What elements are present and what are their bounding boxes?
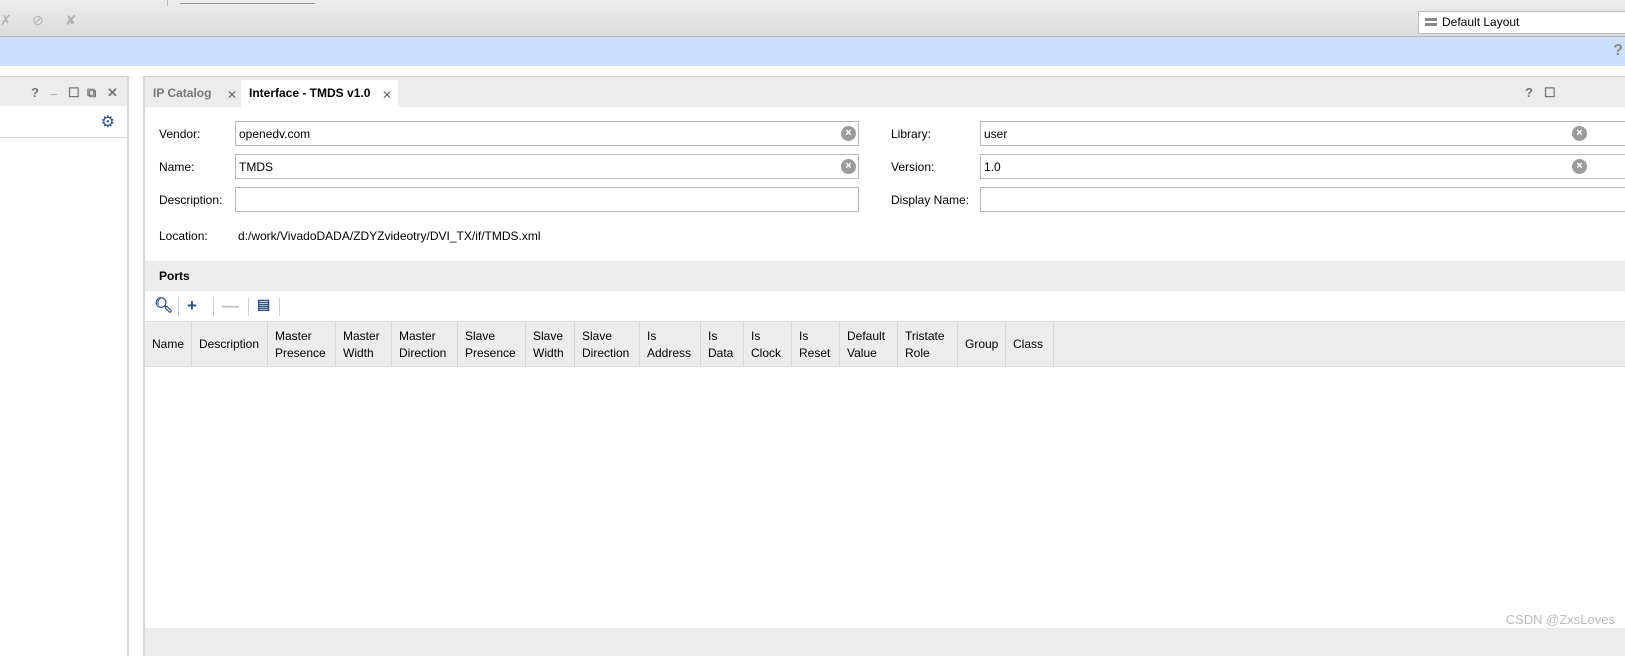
ports-section-header: Ports <box>145 261 1625 291</box>
help-button[interactable]: ? <box>31 85 39 100</box>
divider <box>279 297 280 316</box>
disabled-tool-icon[interactable]: ✘ <box>65 12 77 29</box>
version-value: 1.0 <box>984 160 1001 174</box>
left-panel-header: ? _ ☐ ⧉ ✕ <box>0 76 127 106</box>
gear-icon[interactable]: ⚙ <box>101 112 115 132</box>
close-button[interactable]: ✕ <box>107 85 118 101</box>
column-header[interactable]: Slave Direction <box>575 322 640 367</box>
name-field[interactable]: TMDS × <box>235 154 859 179</box>
add-icon[interactable]: + <box>187 296 197 316</box>
library-field[interactable]: user × <box>980 121 1625 146</box>
watermark: CSDN @ZxsLoves <box>1505 612 1615 627</box>
location-value: d:/work/VivadoDADA/ZDYZvideotry/DVI_TX/i… <box>238 229 541 243</box>
maximize-button[interactable]: ☐ <box>1544 85 1556 101</box>
tab-interface-tmds[interactable]: Interface - TMDS v1.0 ✕ <box>241 80 398 108</box>
column-header[interactable]: Slave Presence <box>458 322 526 367</box>
column-header[interactable]: Class <box>1006 322 1054 367</box>
name-value: TMDS <box>239 160 273 174</box>
search-icon[interactable]: 🔍︎ <box>154 296 173 314</box>
maximize-button[interactable]: ☐ <box>68 85 80 101</box>
library-value: user <box>984 127 1008 141</box>
disabled-tool-icon[interactable]: ✗ <box>0 12 12 29</box>
disabled-tool-icon[interactable]: ⊘ <box>32 12 44 29</box>
version-field[interactable]: 1.0 × <box>980 154 1625 179</box>
description-label: Description: <box>159 193 223 207</box>
vendor-value: openedv.com <box>239 127 311 141</box>
column-header[interactable]: Default Value <box>840 322 898 367</box>
flow-banner <box>0 37 1625 66</box>
close-icon[interactable]: ✕ <box>382 88 392 102</box>
left-panel-toolbar: ⚙ <box>0 106 127 138</box>
divider <box>178 297 179 316</box>
tab-ip-catalog[interactable]: IP Catalog ✕ <box>145 80 241 108</box>
clear-icon[interactable]: × <box>841 159 856 174</box>
column-header[interactable]: Is Address <box>640 322 701 367</box>
column-header[interactable]: Group <box>958 322 1006 367</box>
interface-editor: IP Catalog ✕ Interface - TMDS v1.0 ✕ ? ☐ V… <box>143 76 1625 656</box>
minimize-button[interactable]: _ <box>50 81 57 96</box>
help-icon[interactable]: ? <box>1613 42 1623 60</box>
column-header[interactable]: Is Data <box>701 322 744 367</box>
location-label: Location: <box>159 229 208 243</box>
column-header[interactable]: Is Reset <box>792 322 840 367</box>
interface-form: Vendor: openedv.com × Name: TMDS × Descrip… <box>145 107 1625 261</box>
divider <box>180 3 315 4</box>
description-field[interactable] <box>235 187 859 212</box>
column-header[interactable]: Master Width <box>336 322 392 367</box>
column-header[interactable]: Tristate Role <box>898 322 958 367</box>
status-strip <box>145 628 1625 656</box>
tab-label: Interface - TMDS v1.0 <box>249 86 371 100</box>
clear-icon[interactable]: × <box>841 126 856 141</box>
column-header[interactable]: Description <box>192 322 268 367</box>
ports-toolbar: 🔍︎ + — ▤ <box>145 291 1625 322</box>
column-header[interactable]: Is Clock <box>744 322 792 367</box>
main-toolbar: ✗ ⊘ ✘ Default Layout <box>0 0 1625 37</box>
version-label: Version: <box>891 160 935 174</box>
help-button[interactable]: ? <box>1525 85 1533 100</box>
library-label: Library: <box>891 127 932 141</box>
ports-table-header: Name Description Master Presence Master Wid… <box>145 322 1625 367</box>
vendor-field[interactable]: openedv.com × <box>235 121 859 146</box>
layout-select-value: Default Layout <box>1442 15 1520 29</box>
display-name-label: Display Name: <box>891 193 970 207</box>
divider <box>213 297 214 316</box>
name-label: Name: <box>159 160 195 174</box>
column-header[interactable]: Master Presence <box>268 322 336 367</box>
float-button[interactable]: ⧉ <box>87 85 96 101</box>
layout-icon <box>1425 18 1437 27</box>
close-icon[interactable]: ✕ <box>227 88 237 102</box>
clear-icon[interactable]: × <box>1572 126 1587 141</box>
tab-bar: IP Catalog ✕ Interface - TMDS v1.0 ✕ ? ☐ <box>145 76 1625 108</box>
remove-icon[interactable]: — <box>222 296 239 316</box>
clear-icon[interactable]: × <box>1572 159 1587 174</box>
layout-select[interactable]: Default Layout <box>1418 11 1625 34</box>
display-name-field[interactable] <box>980 187 1625 212</box>
divider <box>167 0 168 6</box>
tab-label: IP Catalog <box>153 86 212 100</box>
vendor-label: Vendor: <box>159 127 201 141</box>
copy-icon[interactable]: ▤ <box>257 296 270 313</box>
divider <box>248 297 249 316</box>
column-header[interactable]: Name <box>145 322 192 367</box>
column-header[interactable]: Slave Width <box>526 322 575 367</box>
left-panel: ? _ ☐ ⧉ ✕ ⚙ <box>0 76 129 656</box>
column-header[interactable]: Master Direction <box>392 322 458 367</box>
